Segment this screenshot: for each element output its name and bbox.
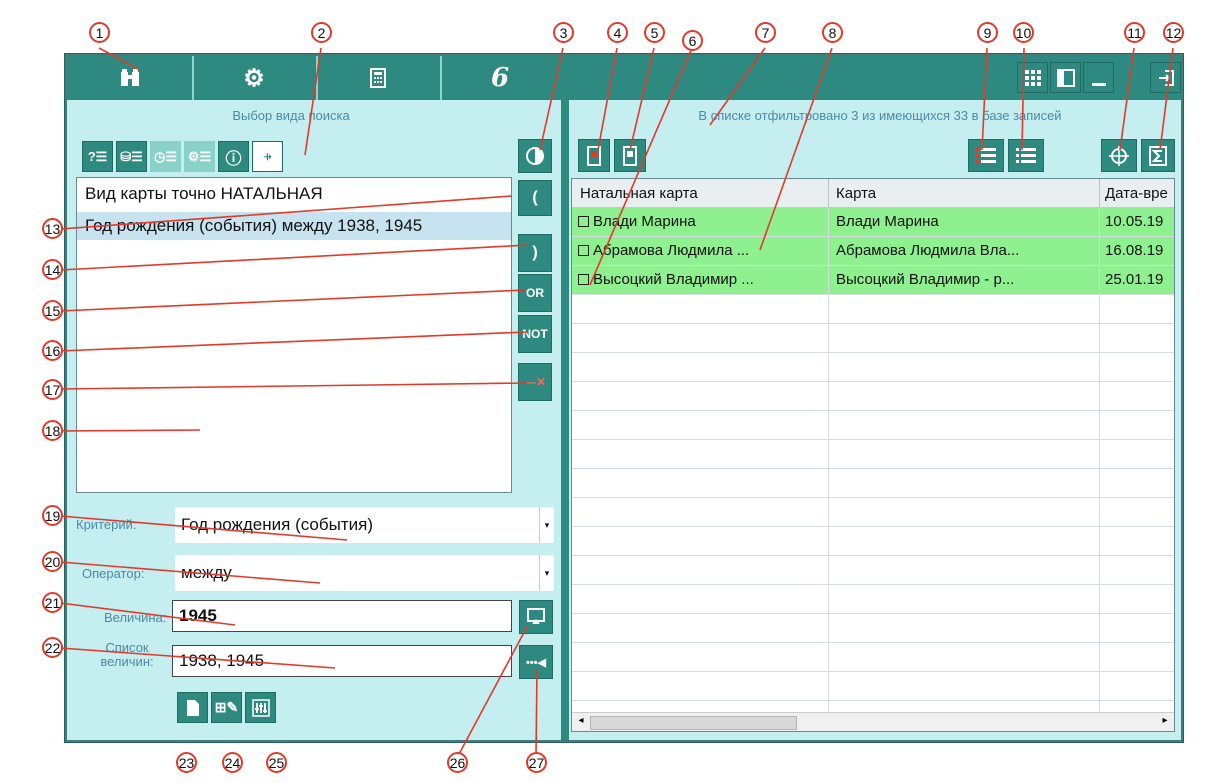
callout: 25 bbox=[266, 752, 287, 773]
callout: 5 bbox=[644, 22, 665, 43]
callout: 2 bbox=[311, 22, 332, 43]
callout: 6 bbox=[682, 30, 703, 51]
callout: 16 bbox=[42, 340, 63, 361]
callout: 8 bbox=[822, 22, 843, 43]
callout: 14 bbox=[42, 259, 63, 280]
callout: 20 bbox=[42, 551, 63, 572]
callout: 27 bbox=[526, 752, 547, 773]
callout: 12 bbox=[1163, 22, 1184, 43]
callout: 21 bbox=[42, 592, 63, 613]
callout: 7 bbox=[755, 22, 776, 43]
callout: 9 bbox=[977, 22, 998, 43]
callout: 10 bbox=[1013, 22, 1034, 43]
callout: 18 bbox=[42, 420, 63, 441]
annotation-lines bbox=[59, 47, 1174, 757]
callout: 3 bbox=[553, 22, 574, 43]
callout: 13 bbox=[42, 218, 63, 239]
callout: 19 bbox=[42, 505, 63, 526]
callout: 24 bbox=[222, 752, 243, 773]
callout: 11 bbox=[1124, 22, 1145, 43]
callout: 1 bbox=[89, 22, 110, 43]
callout: 4 bbox=[607, 22, 628, 43]
callout: 17 bbox=[42, 379, 63, 400]
callout: 15 bbox=[42, 300, 63, 321]
callout: 22 bbox=[42, 637, 63, 658]
callout: 26 bbox=[447, 752, 468, 773]
callout: 23 bbox=[176, 752, 197, 773]
